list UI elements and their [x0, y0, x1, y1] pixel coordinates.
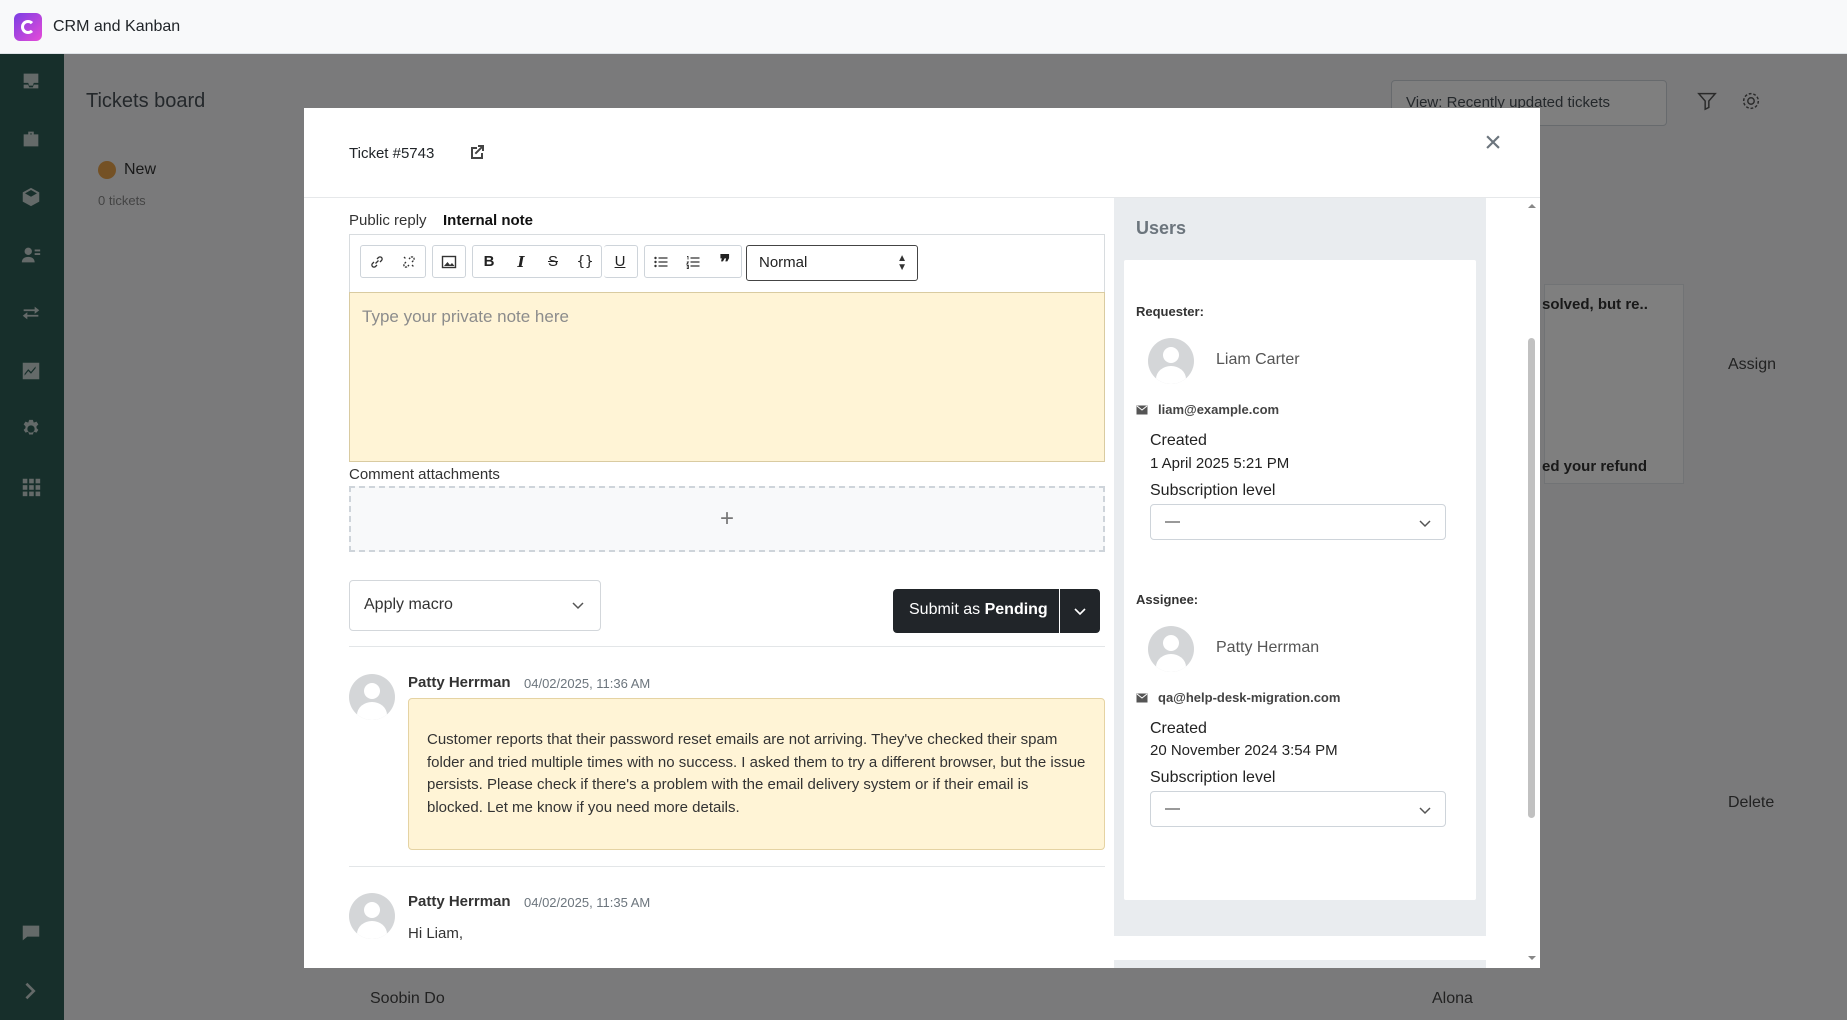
users-title: Users	[1136, 218, 1187, 238]
chevron-down-icon	[1074, 608, 1086, 616]
users-card: Requester: Liam Carter liam@example.com …	[1124, 260, 1476, 900]
blockquote-icon[interactable]: ❞	[709, 246, 741, 277]
app-title: CRM and Kanban	[53, 17, 181, 35]
modal-scrollbar[interactable]	[1524, 198, 1540, 968]
comment-author: Patty Herrman	[408, 674, 511, 691]
comment-item: Patty Herrman 04/02/2025, 11:35 AM Hi Li…	[349, 893, 1105, 968]
requester-subscription-label: Subscription level	[1150, 482, 1276, 499]
assignee-email[interactable]: qa@help-desk-migration.com	[1136, 690, 1340, 705]
italic-icon[interactable]: I	[505, 246, 537, 277]
numbered-list-icon[interactable]	[677, 246, 709, 277]
bullet-list-icon[interactable]	[645, 246, 677, 277]
apply-macro-select[interactable]: Apply macro	[349, 580, 601, 631]
open-external-icon[interactable]	[467, 142, 487, 162]
modal-header: Ticket #5743 ×	[304, 108, 1540, 198]
comment-author: Patty Herrman	[408, 893, 511, 910]
requester-label: Requester:	[1136, 304, 1204, 319]
requester-created-value: 1 April 2025 5:21 PM	[1150, 455, 1290, 472]
avatar	[349, 674, 395, 720]
chevron-down-icon	[572, 602, 584, 610]
avatar	[349, 893, 395, 939]
comment-body: Customer reports that their password res…	[408, 698, 1105, 850]
editor-toolbar: B I S {} U ❞ Normal ▲ ▼	[349, 234, 1105, 292]
avatar	[1148, 626, 1194, 672]
submit-options-button[interactable]	[1060, 589, 1100, 633]
tab-internal-note[interactable]: Internal note	[443, 212, 533, 229]
note-editor[interactable]: Type your private note here	[349, 292, 1105, 462]
envelope-icon	[1136, 693, 1148, 702]
submit-button[interactable]: Submit as Pending	[893, 589, 1059, 633]
requester-email[interactable]: liam@example.com	[1136, 402, 1279, 417]
requester-created-label: Created	[1150, 432, 1207, 449]
format-group: B I S {}	[472, 245, 602, 278]
users-panel-next	[1114, 960, 1486, 968]
assignee-name[interactable]: Patty Herrman	[1216, 639, 1319, 657]
comment-body: Hi Liam,	[408, 925, 464, 942]
avatar	[1148, 338, 1194, 384]
chevron-down-icon	[1419, 520, 1431, 528]
image-icon[interactable]	[433, 246, 465, 277]
select-arrows-icon: ▲ ▼	[897, 253, 907, 273]
comment-time: 04/02/2025, 11:35 AM	[524, 895, 651, 910]
editor-placeholder: Type your private note here	[362, 307, 569, 326]
ticket-modal: Ticket #5743 × Public reply Internal not…	[304, 108, 1540, 968]
image-group	[432, 245, 466, 278]
top-bar: CRM and Kanban	[0, 0, 1847, 54]
list-group: ❞	[644, 245, 742, 278]
assignee-created-label: Created	[1150, 720, 1207, 737]
assignee-subscription-label: Subscription level	[1150, 769, 1276, 786]
add-attachment-icon: +	[719, 505, 734, 532]
users-panel: Users Requester: Liam Carter liam@exampl…	[1114, 198, 1486, 936]
attachments-label: Comment attachments	[349, 466, 500, 483]
requester-name[interactable]: Liam Carter	[1216, 351, 1300, 369]
requester-subscription-value: —	[1165, 513, 1180, 530]
strikethrough-icon[interactable]: S	[537, 246, 569, 277]
requester-email-text: liam@example.com	[1158, 402, 1280, 417]
code-icon[interactable]: {}	[569, 246, 601, 277]
attachments-dropzone[interactable]: +	[349, 486, 1105, 552]
comment-item: Patty Herrman 04/02/2025, 11:36 AM Custo…	[349, 674, 1105, 850]
scroll-thumb[interactable]	[1528, 338, 1535, 818]
assignee-email-text: qa@help-desk-migration.com	[1158, 690, 1341, 705]
ticket-title: Ticket #5743	[349, 145, 435, 162]
assignee-subscription-value: —	[1165, 800, 1180, 817]
divider	[349, 646, 1105, 647]
close-icon[interactable]: ×	[1480, 128, 1506, 158]
chevron-down-icon	[1419, 807, 1431, 815]
bold-icon[interactable]: B	[473, 246, 505, 277]
assignee-label: Assignee:	[1136, 592, 1199, 607]
macro-placeholder: Apply macro	[364, 596, 453, 613]
link-icon[interactable]	[361, 246, 393, 277]
scroll-down-icon[interactable]	[1528, 954, 1536, 962]
tab-public-reply[interactable]: Public reply	[349, 212, 427, 229]
underline-icon[interactable]: U	[604, 246, 636, 277]
text-format-value: Normal	[759, 254, 808, 271]
assignee-created-value: 20 November 2024 3:54 PM	[1150, 742, 1338, 759]
envelope-icon	[1136, 405, 1148, 414]
submit-status: Pending	[984, 601, 1048, 618]
assignee-subscription-select[interactable]: —	[1150, 791, 1446, 827]
text-format-select[interactable]: Normal ▲ ▼	[746, 245, 918, 281]
divider	[349, 866, 1105, 867]
scroll-up-icon[interactable]	[1528, 202, 1536, 210]
requester-subscription-select[interactable]: —	[1150, 504, 1446, 540]
submit-prefix: Submit as	[909, 601, 981, 618]
app-logo[interactable]	[14, 12, 42, 41]
comment-time: 04/02/2025, 11:36 AM	[524, 676, 651, 691]
underline-group: U	[604, 245, 638, 278]
unlink-icon[interactable]	[393, 246, 425, 277]
link-group	[360, 245, 426, 278]
